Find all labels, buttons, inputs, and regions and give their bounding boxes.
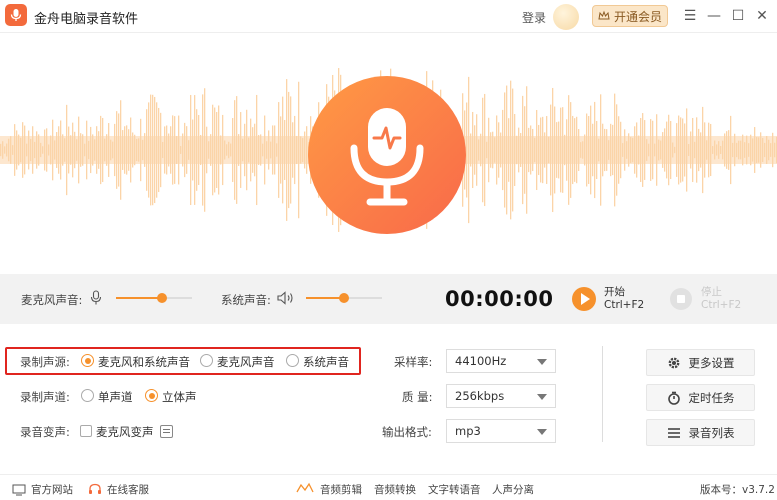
channel-label: 录制声道: xyxy=(20,390,70,404)
record-mic-button[interactable] xyxy=(308,76,466,234)
online-service-link[interactable]: 在线客服 xyxy=(88,482,149,497)
tool-audio-edit[interactable]: 音频剪辑 xyxy=(320,482,362,497)
source-option-mic[interactable]: 麦克风声音 xyxy=(217,354,275,370)
stopwatch-icon xyxy=(667,391,680,405)
chevron-down-icon xyxy=(537,429,547,435)
online-service-label: 在线客服 xyxy=(107,484,149,496)
mic-volume-slider[interactable] xyxy=(116,293,192,303)
list-icon xyxy=(667,427,680,438)
source-option-system[interactable]: 系统声音 xyxy=(303,354,349,370)
channel-option-mono[interactable]: 单声道 xyxy=(98,389,133,405)
output-format-value: mp3 xyxy=(455,424,481,438)
control-bar: 麦克风声音: 系统声音: 00:00:00 开始 Ctrl+F2 停止 Ctrl… xyxy=(0,274,777,324)
monitor-icon xyxy=(12,484,26,495)
speaker-icon xyxy=(277,291,293,305)
scheduled-task-button[interactable]: 定时任务 xyxy=(646,384,755,411)
source-radio-system[interactable] xyxy=(286,354,299,367)
scheduled-task-label: 定时任务 xyxy=(688,390,735,405)
channel-radio-stereo[interactable] xyxy=(145,389,158,402)
stop-text[interactable]: 停止 Ctrl+F2 xyxy=(701,286,741,312)
close-icon[interactable]: ✕ xyxy=(753,7,771,25)
official-website-link[interactable]: 官方网站 xyxy=(12,482,73,497)
mic-volume-label: 麦克风声音: xyxy=(21,293,83,307)
vip-label: 开通会员 xyxy=(613,9,662,24)
start-shortcut: Ctrl+F2 xyxy=(604,299,645,311)
voice-change-option[interactable]: 麦克风变声 xyxy=(96,424,154,440)
sample-rate-label: 采样率: xyxy=(394,355,433,369)
gear-icon xyxy=(668,357,679,368)
start-button[interactable] xyxy=(572,287,596,311)
voice-change-label: 录音变声: xyxy=(20,425,70,439)
stop-label: 停止 xyxy=(701,286,722,298)
chevron-down-icon xyxy=(537,394,547,400)
start-text[interactable]: 开始 Ctrl+F2 xyxy=(604,286,644,312)
app-logo xyxy=(5,4,27,26)
start-label: 开始 xyxy=(604,286,625,298)
mic-volume-fill xyxy=(116,297,162,299)
output-format-select[interactable]: mp3 xyxy=(446,419,556,443)
tools-icon-wrap xyxy=(296,482,314,494)
tool-vocal-separation[interactable]: 人声分离 xyxy=(492,482,534,497)
record-timer: 00:00:00 xyxy=(445,287,554,311)
mic-icon xyxy=(10,9,22,21)
waveform-area xyxy=(0,34,777,274)
tool-audio-convert[interactable]: 音频转换 xyxy=(374,482,416,497)
recording-list-button[interactable]: 录音列表 xyxy=(646,419,755,446)
quality-label: 质 量: xyxy=(402,390,433,404)
stop-button[interactable] xyxy=(670,288,692,310)
more-settings-button[interactable]: 更多设置 xyxy=(646,349,755,376)
system-volume-label: 系统声音: xyxy=(221,293,271,307)
crown-icon xyxy=(598,10,610,20)
microphone-small-icon xyxy=(90,290,102,305)
quality-value: 256kbps xyxy=(455,389,505,403)
microphone-icon xyxy=(350,108,424,206)
source-option-both[interactable]: 麦克风和系统声音 xyxy=(98,354,190,370)
minimize-icon[interactable]: — xyxy=(705,7,723,25)
headset-icon xyxy=(89,483,101,494)
audio-tools-icon xyxy=(296,482,314,493)
source-radio-both[interactable] xyxy=(81,354,94,367)
avatar[interactable] xyxy=(553,4,579,30)
vip-button[interactable]: 开通会员 xyxy=(592,5,668,27)
maximize-icon[interactable]: ☐ xyxy=(729,7,747,25)
menu-icon[interactable]: ☰ xyxy=(681,7,699,25)
chevron-down-icon xyxy=(537,359,547,365)
title-bar: 金舟电脑录音软件 登录 开通会员 ☰ — ☐ ✕ xyxy=(0,0,777,33)
system-volume-slider[interactable] xyxy=(306,293,382,303)
recording-list-label: 录音列表 xyxy=(688,425,735,440)
output-format-label: 输出格式: xyxy=(382,425,432,439)
more-settings-label: 更多设置 xyxy=(688,355,735,370)
quality-select[interactable]: 256kbps xyxy=(446,384,556,408)
source-radio-mic[interactable] xyxy=(200,354,213,367)
stop-shortcut: Ctrl+F2 xyxy=(701,299,742,311)
channel-radio-mono[interactable] xyxy=(81,389,94,402)
source-label: 录制声源: xyxy=(20,355,70,369)
voice-change-checkbox[interactable] xyxy=(80,425,92,437)
login-link[interactable]: 登录 xyxy=(522,9,546,26)
version-text: 版本号：v3.7.2 xyxy=(700,484,775,496)
settings-divider xyxy=(602,346,603,442)
channel-option-stereo[interactable]: 立体声 xyxy=(162,389,197,405)
official-website-label: 官方网站 xyxy=(31,484,73,496)
footer: 官方网站 在线客服 音频剪辑 音频转换 文字转语音 人声分离 版本号：v3.7.… xyxy=(0,474,777,500)
sample-rate-value: 44100Hz xyxy=(455,354,507,368)
mic-volume-knob[interactable] xyxy=(156,293,167,303)
app-title: 金舟电脑录音软件 xyxy=(34,12,139,27)
sample-rate-select[interactable]: 44100Hz xyxy=(446,349,556,373)
system-volume-knob[interactable] xyxy=(339,293,349,303)
voice-settings-icon[interactable] xyxy=(160,425,173,438)
tool-text-to-speech[interactable]: 文字转语音 xyxy=(428,482,481,497)
